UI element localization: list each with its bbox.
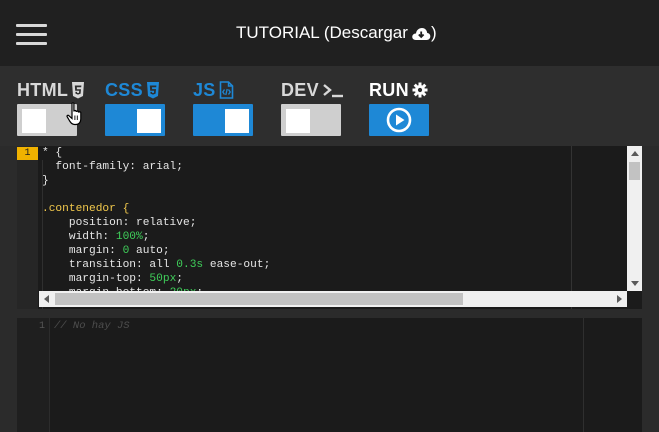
code-token: 50px [149, 273, 177, 285]
code-line: margin-top: 50px; [42, 272, 270, 286]
code-line: } [42, 174, 270, 188]
menu-bar-line [16, 33, 47, 36]
code-token: .contenedor { [42, 203, 130, 215]
hamburger-menu-icon[interactable] [16, 24, 47, 46]
code-line: position: relative; [42, 216, 270, 230]
code-token: ; [176, 273, 183, 285]
cloud-download-icon[interactable] [411, 26, 431, 41]
code-token: 100% [115, 231, 143, 243]
js-code-comment[interactable]: // No hay JS [54, 320, 130, 333]
code-token: font-family: arial; [42, 161, 183, 173]
css-toggle-group: CSS [105, 80, 165, 136]
run-button[interactable] [369, 104, 429, 136]
code-token: ; [142, 231, 150, 243]
scroll-right-arrow-icon[interactable] [617, 295, 622, 303]
css-label-row: CSS [105, 80, 165, 100]
js-editor-gutter: 1 [17, 318, 50, 432]
toggle-knob [137, 109, 161, 133]
css-horizontal-scrollbar[interactable] [39, 291, 627, 307]
css-label: CSS [105, 79, 143, 100]
css-editor-gutter: 1 [17, 146, 38, 309]
run-label-row: RUN [369, 80, 429, 100]
js-editor[interactable]: 1 // No hay JS [17, 318, 642, 432]
toggle-knob [22, 109, 46, 133]
scroll-left-arrow-icon[interactable] [44, 295, 49, 303]
js-label-row: JS [193, 80, 253, 100]
js-toggle[interactable] [193, 104, 253, 136]
css-vertical-scrollbar[interactable] [627, 146, 642, 291]
html-label-row: HTML [17, 80, 85, 100]
html5-icon [72, 81, 85, 98]
code-token: margin: [42, 245, 123, 257]
code-line: width: 100%; [42, 230, 270, 244]
print-margin-line [571, 146, 572, 309]
code-line: * { [42, 146, 270, 160]
top-bar: TUTORIAL (Descargar) [0, 0, 659, 66]
js-label: JS [193, 79, 216, 100]
gear-icon [412, 82, 428, 98]
code-token: ease-out; [203, 259, 271, 271]
menu-bar-line [16, 42, 47, 45]
dev-toggle-group: DEV [281, 80, 344, 136]
terminal-prompt-icon [323, 84, 343, 98]
print-margin-line [583, 318, 584, 432]
code-token: transition: all [42, 259, 177, 271]
code-line: font-family: arial; [42, 160, 270, 174]
html-toggle-group: HTML [17, 80, 85, 136]
code-token: margin-top: [42, 273, 150, 285]
css3-icon [146, 81, 159, 98]
hand-cursor-icon [66, 102, 82, 126]
scroll-thumb[interactable] [55, 293, 463, 305]
toolbar: HTML CSS JS DEV RUN [0, 66, 659, 146]
js-toggle-group: JS [193, 80, 253, 136]
js-file-icon [219, 81, 233, 99]
code-token: * { [42, 147, 63, 159]
scroll-down-arrow-icon[interactable] [631, 281, 639, 286]
scroll-up-arrow-icon[interactable] [631, 151, 639, 156]
dev-label-row: DEV [281, 80, 344, 100]
indent-guide [42, 160, 43, 309]
menu-bar-line [16, 24, 47, 27]
run-label: RUN [369, 79, 409, 100]
code-line: transition: all 0.3s ease-out; [42, 258, 270, 272]
dev-label: DEV [281, 79, 319, 100]
play-circle-icon [386, 107, 412, 133]
dev-toggle[interactable] [281, 104, 341, 136]
code-line: margin: 0 auto; [42, 244, 270, 258]
code-token: } [42, 175, 49, 187]
active-line-number: 1 [17, 147, 38, 160]
run-group: RUN [369, 80, 429, 136]
page-title[interactable]: TUTORIAL (Descargar) [236, 23, 437, 43]
title-suffix: ) [430, 23, 437, 42]
code-token: width: [42, 231, 116, 243]
code-line: .contenedor { [42, 202, 270, 216]
css-code-content[interactable]: * { font-family: arial;} .contenedor { po… [42, 146, 270, 309]
title-text: TUTORIAL (Descargar [236, 23, 408, 42]
code-token: auto; [129, 245, 170, 257]
toggle-knob [225, 109, 249, 133]
css-editor[interactable]: 1 * { font-family: arial;} .contenedor { … [17, 146, 642, 309]
html-label: HTML [17, 79, 69, 100]
scroll-thumb[interactable] [629, 162, 640, 180]
line-number: 1 [38, 321, 45, 332]
css-toggle[interactable] [105, 104, 165, 136]
code-token: position: relative; [42, 217, 197, 229]
code-token: 0.3s [176, 259, 204, 271]
toggle-knob [286, 109, 310, 133]
